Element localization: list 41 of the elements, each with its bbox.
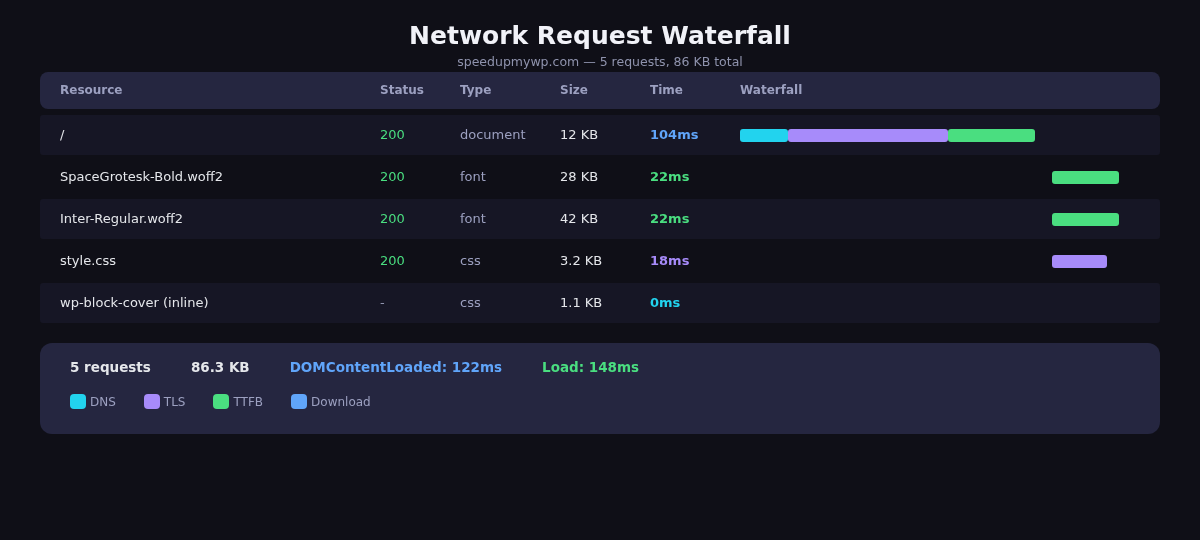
legend-label: TLS — [163, 393, 186, 411]
resource-type: css — [460, 294, 481, 310]
dom-content-loaded: DOMContentLoaded: 122ms — [289, 357, 503, 377]
request-time: 22ms — [650, 210, 690, 226]
column-header: Type — [460, 83, 492, 97]
status-code: 200 — [380, 210, 405, 226]
request-time: 22ms — [650, 168, 690, 184]
legend-label: Download — [311, 393, 371, 411]
page-title: Network Request Waterfall — [408, 20, 792, 52]
resource-size: 12 KB — [560, 126, 599, 142]
column-header: Status — [380, 83, 424, 97]
legend-label: DNS — [90, 393, 116, 411]
request-time: 0ms — [650, 294, 681, 310]
resource-size: 42 KB — [560, 210, 599, 226]
page-subtitle: speedupmywp.com — 5 requests, 86 KB total — [457, 54, 743, 70]
resource-type: document — [460, 126, 526, 142]
resource-name: SpaceGrotesk-Bold.woff2 — [60, 168, 223, 184]
resource-name: wp-block-cover (inline) — [60, 294, 209, 310]
request-time: 18ms — [650, 252, 690, 268]
status-code: - — [380, 294, 385, 310]
resource-name: Inter-Regular.woff2 — [60, 210, 183, 226]
column-header: Size — [560, 83, 588, 97]
column-header: Resource — [60, 83, 123, 97]
column-header: Time — [650, 83, 683, 97]
legend-label: TTFB — [233, 393, 264, 411]
resource-name: style.css — [60, 252, 116, 268]
total-size: 86.3 KB — [190, 357, 250, 377]
status-code: 200 — [380, 252, 405, 268]
resource-name: / — [60, 126, 65, 142]
resource-type: font — [460, 168, 486, 184]
column-header: Waterfall — [740, 82, 803, 99]
load-time: Load: 148ms — [542, 357, 640, 377]
status-code: 200 — [380, 168, 405, 184]
resource-type: font — [460, 210, 486, 226]
resource-size: 3.2 KB — [560, 252, 603, 268]
status-code: 200 — [380, 126, 405, 142]
resource-size: 1.1 KB — [560, 294, 603, 310]
request-count: 5 requests — [70, 357, 151, 377]
resource-type: css — [460, 252, 481, 268]
request-time: 104ms — [650, 126, 699, 142]
resource-size: 28 KB — [560, 168, 599, 184]
